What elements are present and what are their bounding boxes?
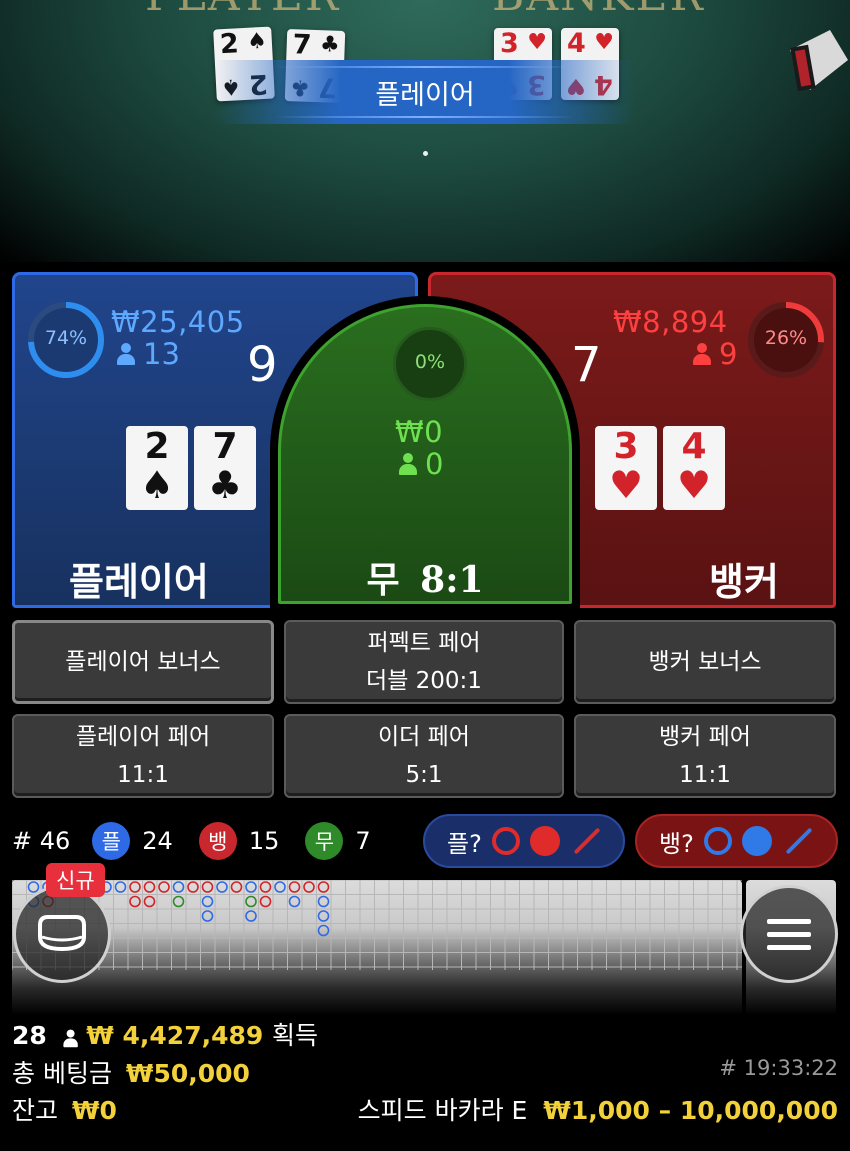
- cockroach-slash-icon: [573, 827, 601, 855]
- road-mark: [143, 881, 156, 893]
- road-mark: [158, 881, 170, 893]
- banker-win-icon: 뱅: [198, 822, 237, 860]
- table-name: 스피드 바카라 E: [357, 1096, 528, 1125]
- banker-pair-button[interactable]: 뱅커 페어 11:1: [574, 714, 836, 798]
- balance-row: 잔고 ₩0: [12, 1096, 117, 1125]
- total-bet-row: 총 베팅금 ₩50,000: [12, 1059, 250, 1088]
- player-bet-amount: ₩25,405: [111, 305, 245, 339]
- tie-bet-area[interactable]: 0% ₩0 0 무 8:1: [270, 296, 580, 612]
- banker-win-count: 15: [248, 827, 280, 855]
- table-icon: [38, 915, 86, 952]
- game-id: # 19:33:22: [719, 1056, 838, 1080]
- dealer-indicator-dot: [423, 151, 428, 156]
- road-mark: [317, 924, 330, 937]
- road-mark: [317, 895, 330, 908]
- road-mark: [114, 881, 127, 893]
- player-win-count: 24: [142, 827, 173, 855]
- player-bettor-count: 13: [117, 337, 180, 371]
- road-mark: [245, 895, 257, 908]
- lobby-button[interactable]: [13, 885, 111, 983]
- road-mark: [288, 881, 301, 893]
- road-mark: [230, 881, 243, 893]
- player-card-2: 7 ♣: [194, 426, 256, 510]
- road-mark: [303, 881, 315, 893]
- road-mark: [129, 881, 141, 893]
- big-road-circle-icon: [491, 827, 520, 855]
- banker-card-2: 4 ♥: [663, 426, 725, 510]
- road-mark: [259, 881, 272, 893]
- perfect-pair-button[interactable]: 퍼펙트 페어 더블 200:1: [284, 620, 564, 704]
- banker-title: 뱅커: [709, 560, 779, 604]
- round-statistics: # 46 플 24 뱅 15 무 7: [12, 816, 371, 866]
- bet-limits: ₩1,000 – 10,000,000: [543, 1096, 838, 1125]
- table-info: 스피드 바카라 E ₩1,000 – 10,000,000: [358, 1091, 838, 1127]
- road-mark: [317, 881, 330, 893]
- winner-count: 28: [12, 1021, 47, 1050]
- road-mark: [201, 910, 214, 922]
- road-mark: [317, 910, 330, 922]
- big-road-circle-icon: [703, 827, 732, 855]
- big-eye-dot-icon: [529, 826, 560, 856]
- player-title: 플레이어: [69, 560, 209, 604]
- banker-bettor-count: 9: [693, 337, 737, 371]
- player-win-icon: 플: [92, 822, 131, 860]
- road-mark: [245, 881, 257, 893]
- tie-win-count: 7: [355, 827, 371, 855]
- win-label: 획득: [272, 1021, 319, 1050]
- banker-predict-button[interactable]: 뱅?: [635, 814, 838, 868]
- road-mark: [201, 881, 214, 893]
- banker-bonus-button[interactable]: 뱅커 보너스: [574, 620, 836, 704]
- felt-player-word: PLAYER: [145, 0, 340, 21]
- banker-percent-label: 26%: [764, 327, 808, 349]
- tie-percent-label: 0%: [414, 351, 446, 373]
- tie-bettor-count: 0: [399, 447, 443, 481]
- road-mark: [172, 895, 185, 908]
- balance-value: ₩0: [71, 1096, 117, 1125]
- table-felt: PLAYER BANKER 2♠ 2♠ 7♣ 7♣ 3♥ 3♥ 4♥ 4♥ 플레…: [0, 0, 850, 262]
- road-mark: [245, 910, 257, 922]
- road-map[interactable]: [11, 879, 742, 1015]
- banker-bet-amount: ₩8,894: [613, 305, 728, 339]
- player-pair-button[interactable]: 플레이어 페어 11:1: [12, 714, 274, 798]
- person-icon: [62, 1029, 78, 1048]
- road-mark: [172, 881, 185, 893]
- total-win-amount: ₩ 4,427,489: [86, 1021, 264, 1050]
- road-mark: [259, 895, 272, 908]
- total-bet-value: ₩50,000: [125, 1059, 250, 1088]
- tie-bet-amount: ₩0: [395, 415, 444, 449]
- new-badge: 신규: [46, 863, 105, 897]
- card-shoe-icon: [790, 30, 848, 92]
- person-icon: [117, 343, 135, 365]
- round-number: # 46: [12, 827, 71, 855]
- result-banner: 플레이어: [215, 60, 635, 124]
- player-bonus-button[interactable]: 플레이어 보너스: [12, 620, 274, 704]
- menu-button[interactable]: [740, 885, 838, 983]
- player-predict-button[interactable]: 플?: [423, 814, 625, 868]
- hamburger-menu-icon: [767, 919, 811, 950]
- player-percent-label: 74%: [44, 327, 88, 349]
- road-mark: [129, 895, 141, 908]
- tie-title: 무 8:1: [366, 559, 484, 601]
- player-score: 9: [247, 337, 278, 393]
- felt-banker-word: BANKER: [492, 0, 705, 21]
- road-map-grid: [11, 879, 742, 970]
- road-mark: [288, 895, 301, 908]
- road-mark: [201, 895, 214, 908]
- road-mark: [187, 881, 199, 893]
- cockroach-slash-icon: [785, 827, 813, 855]
- road-mark: [143, 895, 156, 908]
- person-icon: [399, 453, 417, 475]
- banker-score: 7: [571, 337, 602, 393]
- road-mark: [274, 881, 286, 893]
- big-eye-dot-icon: [741, 826, 772, 856]
- banker-card-1: 3 ♥: [595, 426, 657, 510]
- player-card-1: 2 ♠: [126, 426, 188, 510]
- road-mark: [216, 881, 228, 893]
- person-icon: [693, 343, 711, 365]
- either-pair-button[interactable]: 이더 페어 5:1: [284, 714, 564, 798]
- tie-win-icon: 무: [305, 822, 344, 860]
- winners-summary: 28 ₩ 4,427,489 획득: [12, 1016, 318, 1052]
